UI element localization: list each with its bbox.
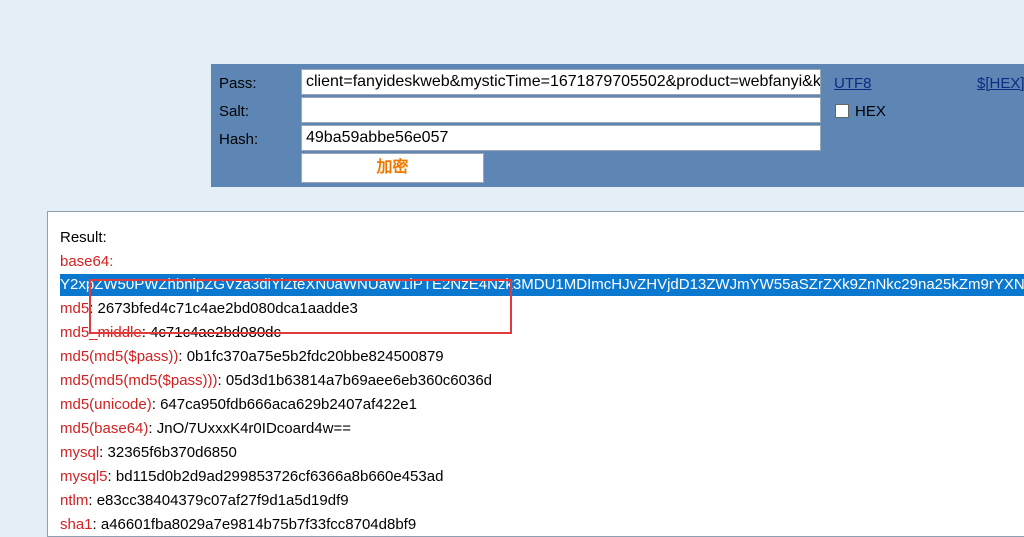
result-row-mysql: mysql: 32365f6b370d6850 [60,444,237,461]
result-row-md5: md5: 2673bfed4c71c4ae2bd080dca1aadde3 [60,300,358,317]
result-row-md5-unicode: md5(unicode): 647ca950fdb666aca629b2407a… [60,396,417,413]
result-title: Result: [60,229,107,246]
pass-label: Pass: [219,75,257,92]
base64-value-selected[interactable]: Y2xpZW50PWZhbnlpZGVza3dlYiZteXN0aWNUaW1l… [60,274,1024,296]
result-panel: Result: base64: Y2xpZW50PWZhbnlpZGVza3dl… [47,211,1024,537]
utf8-link[interactable]: UTF8 [834,75,872,92]
salt-label: Salt: [219,103,250,120]
hash-label: Hash: [219,131,259,148]
result-row-md5-base64: md5(base64): JnO/7UxxxK4r0IDcoard4w== [60,420,351,437]
result-row-md5-md5-md5: md5(md5(md5($pass))): 05d3d1b63814a7b69a… [60,372,493,389]
base64-label: base64: [60,253,114,270]
result-row-md5-middle: md5_middle: 4c71c4ae2bd080dc [60,324,282,341]
encrypt-button[interactable]: 加密 [301,153,484,183]
hex-checkbox-label: HEX [855,103,886,120]
salt-input[interactable] [301,97,821,123]
result-row-md5-md5: md5(md5($pass)): 0b1fc370a75e5b2fdc20bbe… [60,348,444,365]
result-row-ntlm: ntlm: e83cc38404379c07af27f9d1a5d19df9 [60,492,349,509]
result-row-mysql5: mysql5: bd115d0b2d9ad299853726cf6366a8b6… [60,468,444,485]
hash-form-panel: Pass: client=fanyideskweb&mysticTime=167… [211,64,1024,187]
result-row-sha1: sha1: a46601fba8029a7e9814b75b7f33fcc870… [60,516,417,533]
hex-checkbox[interactable] [835,104,849,118]
hash-input[interactable]: 49ba59abbe56e057 [301,125,821,151]
pass-input[interactable]: client=fanyideskweb&mysticTime=167187970… [301,69,821,95]
hex-link[interactable]: $[HEX] [977,75,1024,92]
